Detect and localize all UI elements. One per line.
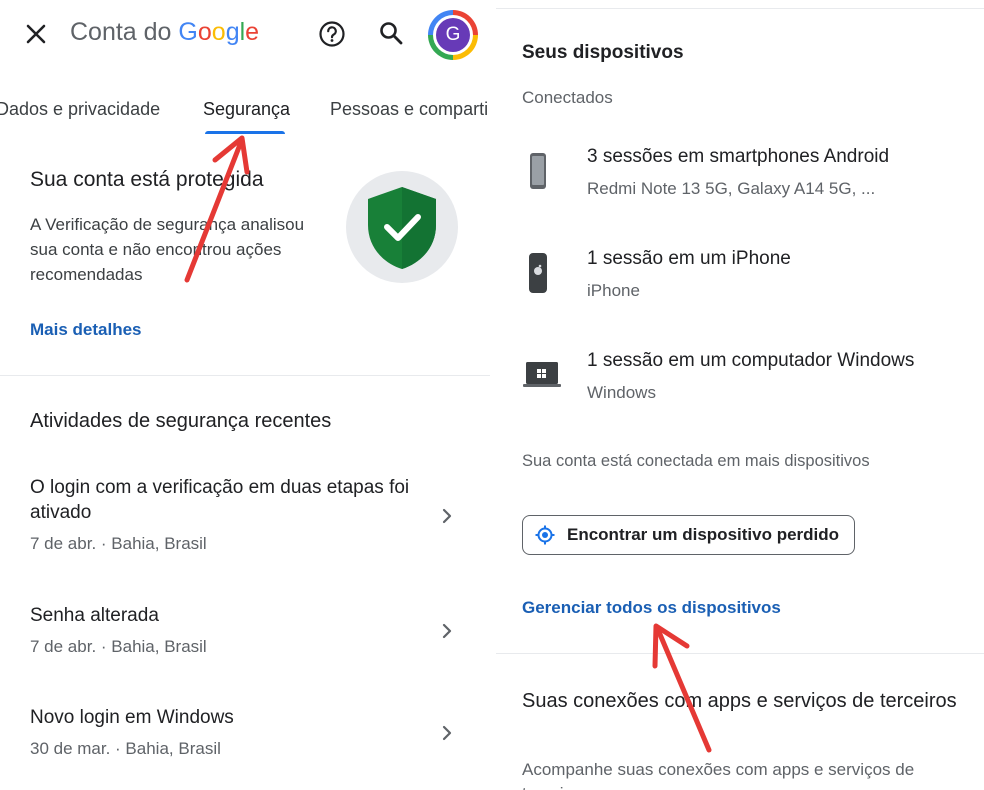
tab-data-privacy[interactable]: Dados e privacidade — [0, 99, 160, 120]
security-status-title: Sua conta está protegida — [30, 168, 264, 191]
chevron-right-icon — [442, 725, 452, 741]
security-status-description: A Verificação de segurança analisou sua … — [30, 215, 305, 284]
chevron-right-icon — [442, 623, 452, 639]
iphone-icon — [529, 253, 547, 293]
activity-item[interactable]: Novo login em Windows 30 de mar. · Bahia… — [30, 705, 470, 759]
devices-subtitle: Conectados — [522, 88, 613, 107]
more-devices-text: Sua conta está conectada em mais disposi… — [522, 452, 870, 470]
shield-badge — [346, 171, 458, 283]
find-device-button[interactable]: Encontrar um dispositivo perdido — [522, 515, 855, 555]
avatar-initial: G — [436, 18, 470, 52]
google-logo-letter: e — [245, 18, 260, 46]
divider — [493, 8, 984, 9]
right-screenshot-panel: Seus dispositivos Conectados 3 sessões e… — [493, 0, 984, 790]
left-screenshot-panel: Conta do Google G Dados e privacidade Se… — [0, 0, 493, 790]
tab-security[interactable]: Segurança — [203, 99, 290, 120]
manage-devices-link[interactable]: Gerenciar todos os dispositivos — [522, 598, 781, 618]
recent-activity-title: Atividades de segurança recentes — [30, 410, 332, 432]
google-logo-letter: o — [211, 18, 226, 46]
more-details-link[interactable]: Mais detalhes — [30, 320, 142, 340]
windows-laptop-icon — [523, 362, 561, 387]
google-logo-letter: g — [225, 18, 240, 46]
activity-item[interactable]: O login com a verificação em duas etapas… — [30, 475, 470, 554]
app-title: Conta do Google — [70, 18, 260, 46]
avatar[interactable]: G — [428, 10, 478, 60]
search-button[interactable] — [377, 19, 405, 47]
tab-active-indicator — [205, 131, 285, 134]
divider — [0, 375, 493, 376]
locate-icon — [535, 525, 555, 545]
device-item-windows[interactable]: 1 sessão em um computador Windows Window… — [522, 350, 962, 410]
google-logo-letter: G — [178, 18, 198, 46]
google-logo-letter: o — [197, 18, 212, 46]
close-icon — [26, 24, 46, 44]
help-icon — [319, 21, 345, 47]
chevron-right-icon — [442, 508, 452, 524]
google-logo: Google — [178, 18, 259, 46]
device-item-android[interactable]: 3 sessões em smartphones Android Redmi N… — [522, 146, 962, 206]
shield-check-icon — [368, 187, 436, 269]
help-button[interactable] — [317, 19, 347, 49]
close-button[interactable] — [22, 20, 50, 48]
device-item-iphone[interactable]: 1 sessão em um iPhone iPhone — [522, 248, 962, 308]
connections-description: Acompanhe suas conexões com apps e servi… — [522, 760, 915, 790]
search-icon — [380, 22, 403, 45]
tab-people-sharing[interactable]: Pessoas e comparti — [330, 99, 488, 120]
activity-item[interactable]: Senha alterada 7 de abr. · Bahia, Brasil — [30, 603, 470, 657]
devices-title: Seus dispositivos — [522, 42, 684, 63]
connections-title: Suas conexões com apps e serviços de ter… — [522, 690, 957, 712]
android-phone-icon — [530, 153, 546, 189]
divider — [493, 653, 984, 654]
panel-separator — [490, 0, 496, 790]
